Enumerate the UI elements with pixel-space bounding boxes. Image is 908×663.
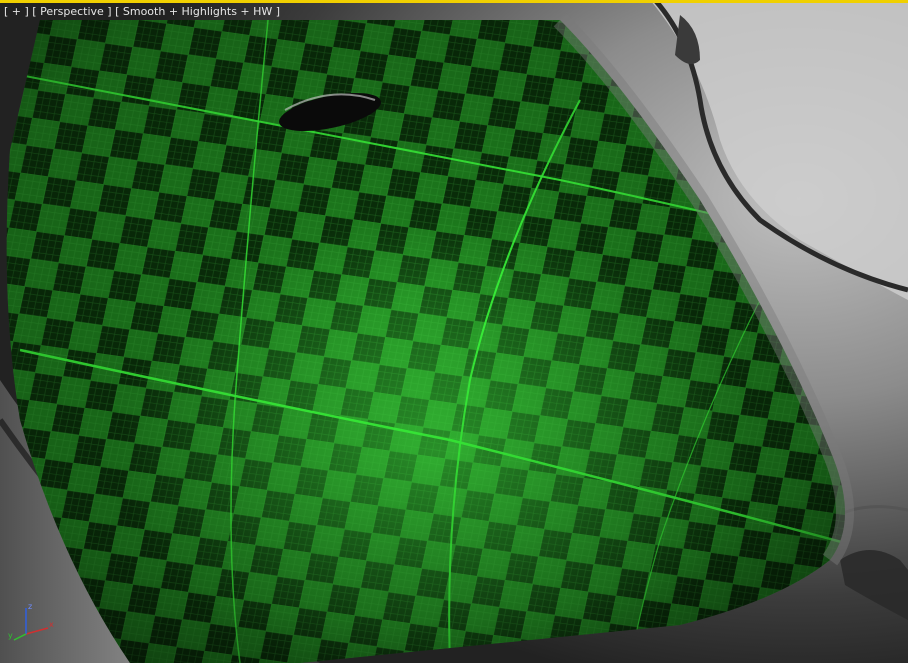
y-axis-label: y (8, 631, 13, 640)
view-type-menu[interactable]: [ Perspective ] (32, 5, 111, 18)
z-axis-label: z (28, 602, 32, 611)
active-viewport-border (0, 0, 908, 3)
shading-mode-menu[interactable]: [ Smooth + Highlights + HW ] (115, 5, 280, 18)
viewport-scene[interactable] (0, 0, 908, 663)
axis-tripod-icon: x z y (8, 602, 54, 641)
perspective-viewport[interactable]: [ + ] [ Perspective ] [ Smooth + Highlig… (0, 0, 908, 663)
x-axis-line (25, 627, 49, 635)
y-axis-line (13, 633, 27, 641)
viewport-label: [ + ] [ Perspective ] [ Smooth + Highlig… (4, 5, 280, 18)
viewport-menu-button[interactable]: [ + ] (4, 5, 29, 18)
x-axis-label: x (49, 620, 54, 629)
